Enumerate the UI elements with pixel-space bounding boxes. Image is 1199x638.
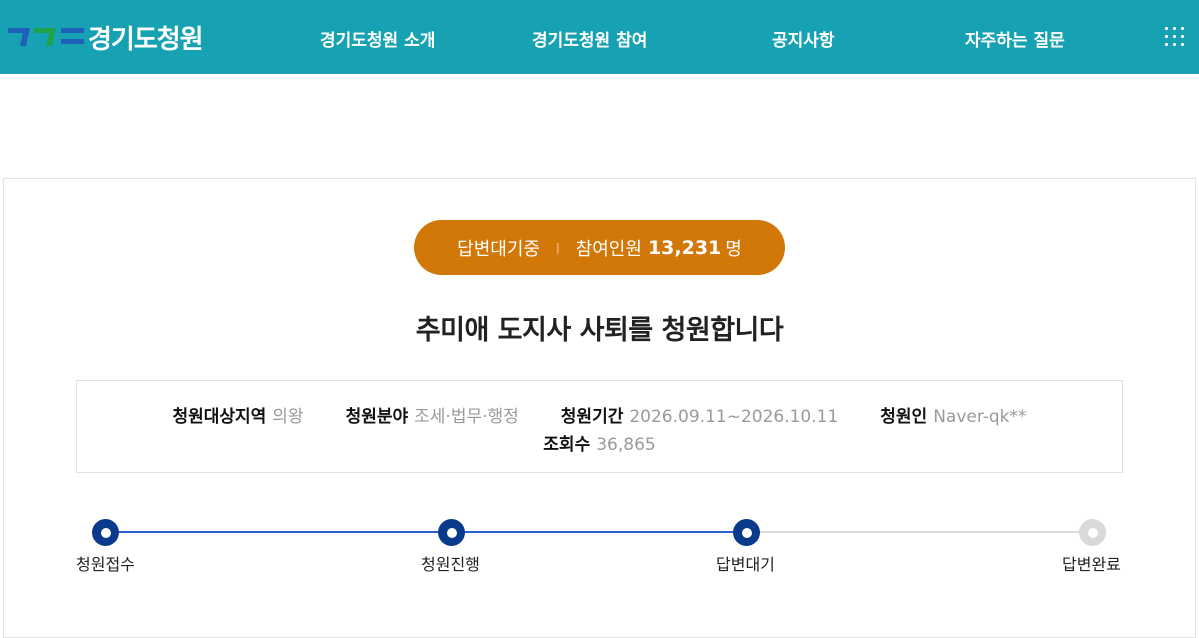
region-label: 청원대상지역	[172, 407, 267, 427]
category-label: 청원분야	[345, 407, 409, 427]
gyeonggi-logo-icon	[8, 28, 84, 46]
progress-line-pending	[760, 531, 1080, 533]
period-label: 청원기간	[560, 407, 624, 427]
info-views: 조회수 36,865	[543, 430, 655, 455]
participants-unit: 명	[725, 238, 742, 260]
petition-title: 추미애 도지사 사퇴를 청원합니다	[415, 315, 784, 346]
category-value: 조세·법무·행정	[414, 407, 519, 427]
author-value: Naver-qk**	[933, 407, 1027, 427]
info-period: 청원기간 2026.09.11~2026.10.11	[561, 402, 838, 427]
info-author: 청원인 Naver-qk**	[880, 402, 1026, 427]
petition-info-box: 청원대상지역 의왕 청원분야 조세·법무·행정 청원기간 2026.09.11~202…	[76, 380, 1123, 473]
logo-text: 경기도청원	[88, 24, 204, 55]
views-value: 36,865	[596, 435, 656, 455]
region-value: 의왕	[272, 407, 304, 427]
nav-participate[interactable]: 경기도청원 참여	[532, 26, 647, 51]
step-label-4: 답변완료	[1062, 555, 1121, 574]
step-label-3: 답변대기	[716, 555, 775, 574]
grid-menu-icon[interactable]	[1162, 25, 1188, 49]
step-dot-1	[92, 519, 119, 546]
step-dot-4	[1079, 519, 1106, 546]
nav-notice[interactable]: 공지사항	[772, 26, 835, 51]
info-row-1: 청원대상지역 의왕 청원분야 조세·법무·행정 청원기간 2026.09.11~202…	[77, 402, 1122, 427]
top-header: 경기도청원 경기도청원 소개 경기도청원 참여 공지사항 자주하는 질문	[0, 0, 1199, 74]
author-label: 청원인	[880, 407, 928, 427]
step-label-2: 청원진행	[421, 555, 480, 574]
divider: |	[555, 241, 560, 254]
step-label-1: 청원접수	[76, 555, 135, 574]
site-logo[interactable]: 경기도청원	[6, 19, 204, 55]
views-label: 조회수	[543, 435, 591, 455]
step-dot-2	[438, 519, 465, 546]
status-badge: 답변대기중 | 참여인원 13,231 명	[414, 220, 785, 275]
participants-count: 13,231	[647, 236, 722, 259]
status-text: 답변대기중	[457, 238, 540, 260]
nav-about[interactable]: 경기도청원 소개	[320, 26, 435, 51]
info-region: 청원대상지역 의왕	[172, 402, 303, 427]
participants-label: 참여인원	[575, 238, 642, 260]
period-value: 2026.09.11~2026.10.11	[629, 407, 839, 427]
info-row-2: 조회수 36,865	[77, 430, 1122, 455]
nav-faq[interactable]: 자주하는 질문	[965, 26, 1065, 51]
info-category: 청원분야 조세·법무·행정	[346, 402, 519, 427]
step-dot-3	[733, 519, 760, 546]
